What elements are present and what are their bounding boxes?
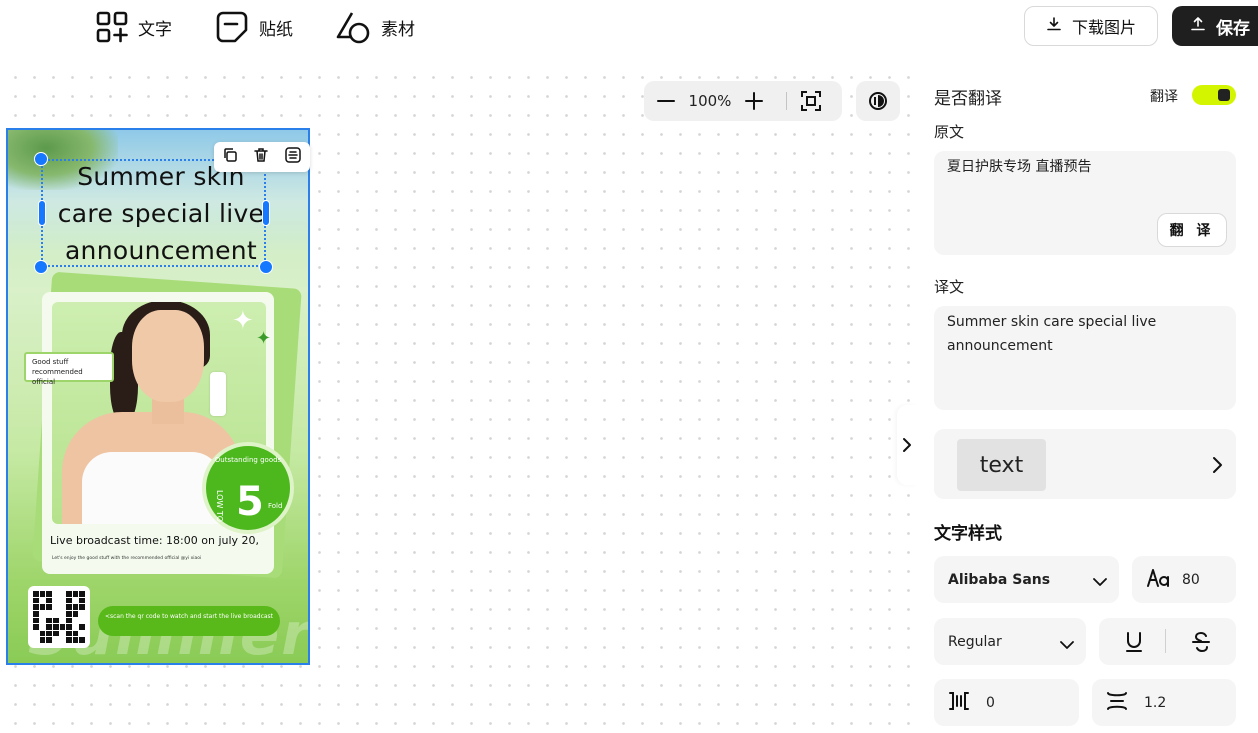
font-family-value: Alibaba Sans — [948, 571, 1051, 588]
minus-icon — [657, 100, 675, 102]
selection-toolbar — [214, 142, 310, 172]
font-weight-select[interactable]: Regular — [934, 618, 1086, 665]
fit-screen-icon — [801, 91, 821, 111]
text-decoration-group — [1099, 618, 1236, 665]
chevron-down-icon — [1060, 635, 1074, 654]
resize-handle-bottom-right[interactable] — [259, 260, 273, 274]
download-image-button[interactable]: 下载图片 — [1024, 6, 1158, 46]
resize-handle-top-left[interactable] — [34, 152, 48, 166]
font-weight-value: Regular — [948, 633, 1002, 650]
sticker-icon — [215, 10, 249, 44]
zoom-level: 100% — [688, 92, 732, 110]
original-label: 原文 — [934, 123, 965, 141]
zoom-in-button[interactable] — [732, 81, 776, 121]
sparkle-icon: ✦ — [232, 306, 254, 336]
align-center-icon[interactable] — [284, 147, 302, 167]
top-toolbar: 文字 贴纸 素材 下载图片 保存 — [0, 0, 1258, 62]
copy-icon[interactable] — [222, 147, 238, 167]
badge-top-text: Outstanding goods — [214, 456, 282, 464]
resize-handle-bottom-left[interactable] — [34, 260, 48, 274]
letter-spacing-value: 0 — [986, 694, 995, 711]
sticker-tool-label: 贴纸 — [259, 19, 293, 40]
strikethrough-icon[interactable] — [1191, 631, 1211, 657]
shapes-icon — [335, 10, 371, 44]
toggle-knob — [1218, 89, 1230, 101]
text-add-icon — [96, 11, 128, 43]
text-style-title: 文字样式 — [934, 524, 1002, 544]
save-label: 保存 — [1216, 18, 1250, 39]
chevron-down-icon — [1093, 572, 1107, 591]
selection-box[interactable] — [41, 159, 266, 267]
live-time-text[interactable]: Live broadcast time: 18:00 on july 20, — [50, 534, 259, 547]
underline-icon[interactable] — [1124, 631, 1144, 657]
font-size-input[interactable]: 80 — [1132, 556, 1236, 603]
discount-badge[interactable]: Outstanding goods LOW TO 5 Fold — [202, 442, 294, 534]
translation-text[interactable]: Summer skin care special live announceme… — [947, 310, 1167, 358]
upload-icon — [1190, 16, 1206, 37]
plus-icon — [745, 92, 763, 110]
sticker-tool-button[interactable]: 贴纸 — [215, 10, 293, 44]
translation-label: 译文 — [934, 278, 965, 296]
panel-collapse-button[interactable] — [897, 405, 917, 485]
text-tool-button[interactable]: 文字 — [96, 10, 172, 44]
resize-handle-left[interactable] — [38, 200, 46, 226]
line-height-input[interactable]: 1.2 — [1092, 679, 1236, 726]
font-size-icon — [1146, 568, 1170, 592]
badge-suffix: Fold — [268, 502, 283, 510]
product-bottle — [210, 372, 226, 416]
poster-small-text[interactable]: Let's enjoy the good stuff with the reco… — [52, 556, 201, 561]
line-height-icon — [1106, 690, 1128, 716]
scan-qr-banner[interactable]: <scan the qr code to watch and start the… — [98, 606, 280, 636]
save-button[interactable]: 保存 — [1172, 6, 1258, 46]
translate-button[interactable]: 翻 译 — [1157, 213, 1227, 247]
letter-spacing-icon — [948, 690, 970, 716]
sparkle-small-icon: ✦ — [256, 328, 272, 349]
original-text[interactable]: 夏日护肤专场 直播预告 — [947, 155, 1091, 179]
download-icon — [1046, 16, 1062, 36]
material-tool-label: 素材 — [381, 19, 415, 40]
contrast-icon — [869, 92, 887, 110]
letter-spacing-input[interactable]: 0 — [934, 679, 1079, 726]
chevron-right-icon — [903, 438, 911, 452]
zoom-divider — [786, 92, 787, 110]
poster-tag[interactable]: Good stuff recommended official — [24, 352, 114, 386]
translate-question-label: 是否翻译 — [934, 89, 1002, 109]
chevron-right-icon[interactable] — [1212, 456, 1224, 478]
font-family-select[interactable]: Alibaba Sans — [934, 556, 1119, 603]
translate-toggle-label: 翻译 — [1150, 89, 1178, 105]
contrast-toggle-button[interactable] — [856, 81, 900, 121]
material-tool-button[interactable]: 素材 — [335, 10, 415, 44]
translate-toggle[interactable] — [1192, 85, 1236, 105]
download-label: 下载图片 — [1071, 18, 1136, 37]
text-tool-label: 文字 — [138, 19, 172, 40]
resize-handle-right[interactable] — [262, 200, 270, 226]
font-size-value: 80 — [1182, 571, 1200, 588]
delete-icon[interactable] — [253, 147, 269, 167]
text-preset-chip[interactable]: text — [957, 439, 1046, 491]
zoom-out-button[interactable] — [644, 81, 688, 121]
decoration-divider — [1165, 629, 1166, 653]
line-height-value: 1.2 — [1144, 694, 1167, 711]
qr-code[interactable] — [28, 586, 90, 648]
badge-side-text: LOW TO — [215, 490, 224, 523]
badge-number: 5 — [236, 479, 264, 525]
zoom-controls: 100% — [644, 81, 842, 121]
fit-screen-button[interactable] — [793, 81, 829, 121]
